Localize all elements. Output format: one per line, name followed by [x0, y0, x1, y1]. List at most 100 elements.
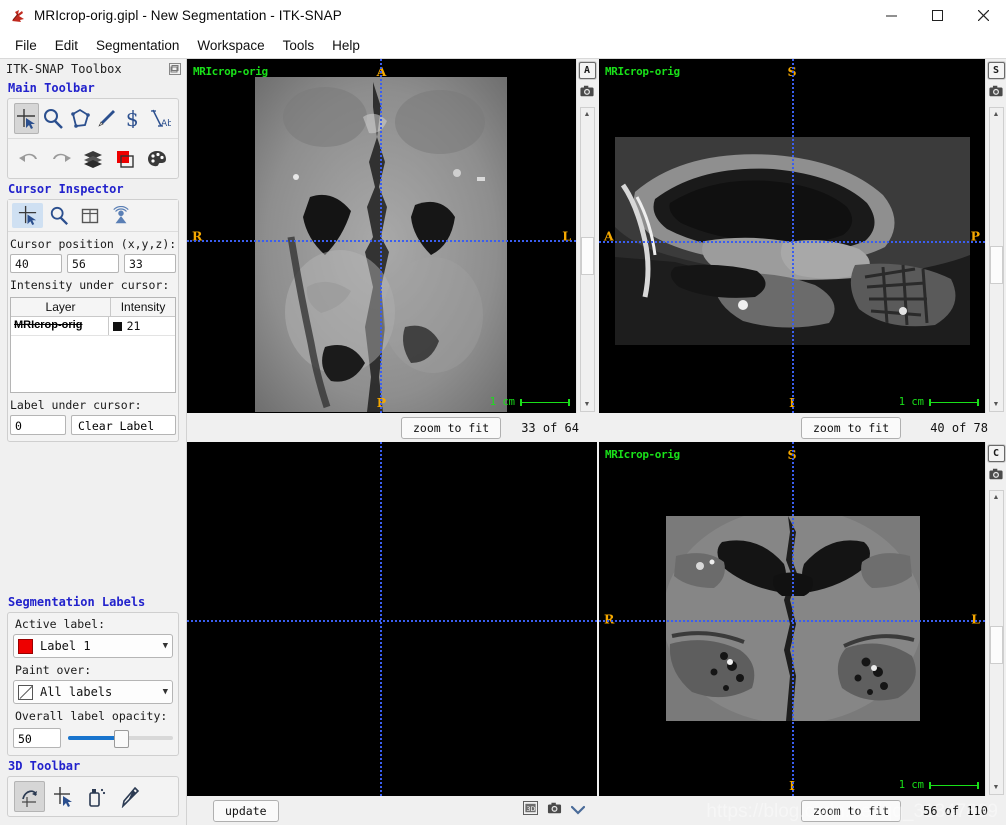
- cursor-tab[interactable]: [12, 203, 43, 228]
- label-editor-button[interactable]: [110, 143, 140, 174]
- 3d-scalpel-tool[interactable]: [113, 781, 144, 812]
- color-map-button[interactable]: [142, 143, 172, 174]
- 3d-crosshair-tool[interactable]: [47, 781, 78, 812]
- pane-axial: MRIcrop-orig A P R L 1 cm A ▲ ▼ zoom to …: [187, 59, 597, 442]
- minimize-button[interactable]: [868, 0, 914, 31]
- coronal-footer: zoom to fit 56 of 110: [599, 796, 1006, 825]
- sagittal-canvas[interactable]: MRIcrop-orig S I A P 1 cm: [599, 59, 985, 413]
- slider-knob[interactable]: [113, 730, 129, 748]
- label-name-value[interactable]: Clear Label: [71, 415, 176, 435]
- chevron-down-icon: ▼: [162, 687, 168, 697]
- cursor-z-input[interactable]: 33: [124, 254, 176, 273]
- active-label-value: Label 1: [40, 639, 91, 653]
- menu-tools[interactable]: Tools: [274, 35, 324, 56]
- zoom-tab[interactable]: [43, 203, 74, 228]
- label-id-value[interactable]: 0: [10, 415, 66, 435]
- sagittal-orientation-button[interactable]: S: [987, 62, 1005, 79]
- table-row[interactable]: MRIcrop-orig 21: [11, 317, 175, 336]
- cursor-x-input[interactable]: 40: [10, 254, 62, 273]
- render3d-update-button[interactable]: update: [213, 799, 279, 822]
- zoom-pan-tool[interactable]: [41, 103, 66, 134]
- segmentation-labels-group: Active label: Label 1 ▼ Paint over: All …: [7, 612, 179, 756]
- coronal-zoom-to-fit-button[interactable]: zoom to fit: [801, 799, 902, 822]
- sagittal-scale-label: 1 cm: [898, 396, 924, 408]
- menu-workspace[interactable]: Workspace: [188, 35, 273, 56]
- scroll-track[interactable]: [580, 121, 594, 398]
- coronal-slice-scrollbar[interactable]: ▲ ▼: [988, 490, 1004, 795]
- redo-button[interactable]: [46, 143, 76, 174]
- cursor-y-input[interactable]: 56: [67, 254, 119, 273]
- coronal-orientation-button[interactable]: C: [987, 445, 1005, 462]
- axial-footer: zoom to fit 33 of 64: [187, 413, 597, 442]
- menu-file[interactable]: File: [6, 35, 46, 56]
- axial-canvas[interactable]: MRIcrop-orig A P R L 1 cm: [187, 59, 576, 413]
- polygon-tool[interactable]: [67, 103, 92, 134]
- coronal-canvas[interactable]: MRIcrop-orig S I R L 1 cm: [599, 442, 985, 796]
- coronal-snapshot-icon[interactable]: [989, 467, 1003, 486]
- scroll-track[interactable]: [989, 504, 1003, 781]
- label-under-cursor-row: 0 Clear Label: [8, 415, 178, 435]
- layer-inspector-button[interactable]: [78, 143, 108, 174]
- paint-over-swatch: [18, 684, 33, 700]
- axial-snapshot-icon[interactable]: [580, 84, 594, 103]
- coronal-slice-counter: 56 of 110: [922, 803, 988, 818]
- axial-orientation-button[interactable]: A: [578, 62, 596, 79]
- 3d-spray-tool[interactable]: [80, 781, 111, 812]
- annotation-tool[interactable]: Ab: [147, 103, 172, 134]
- snake-tool[interactable]: S: [121, 103, 146, 134]
- axial-zoom-to-fit-button[interactable]: zoom to fit: [401, 416, 502, 439]
- toolbox-title: ITK-SNAP Toolbox: [6, 61, 122, 76]
- scroll-up-icon[interactable]: ▲: [990, 491, 1003, 504]
- main-toolbar-group: S Ab: [7, 98, 179, 179]
- scroll-thumb[interactable]: [989, 245, 1003, 284]
- opacity-input[interactable]: 50: [13, 728, 61, 748]
- 3d-toolbar-title: 3D Toolbar: [8, 759, 81, 773]
- snapshot-icon[interactable]: [547, 801, 562, 820]
- display-layout-tab[interactable]: [74, 203, 105, 228]
- cell-layer-name: MRIcrop-orig: [11, 317, 109, 335]
- undock-icon[interactable]: [168, 62, 182, 76]
- scroll-thumb[interactable]: [580, 237, 594, 276]
- scroll-up-icon[interactable]: ▲: [990, 108, 1003, 121]
- toolbox-header: ITK-SNAP Toolbox: [0, 59, 186, 78]
- main-toolbar-row-1: S Ab: [8, 99, 178, 138]
- intensity-table[interactable]: Layer Intensity MRIcrop-orig 21: [10, 297, 176, 393]
- cursor-inspector-tabs: [8, 200, 178, 232]
- paintbrush-tool[interactable]: [94, 103, 119, 134]
- menu-segmentation[interactable]: Segmentation: [87, 35, 188, 56]
- scroll-track[interactable]: [989, 121, 1003, 398]
- paint-over-dropdown[interactable]: All labels ▼: [13, 680, 173, 704]
- chevron-down-icon[interactable]: [570, 802, 586, 820]
- scale-bar-line: [929, 781, 979, 789]
- main-toolbar-title: Main Toolbar: [8, 81, 95, 95]
- scroll-down-icon[interactable]: ▼: [581, 398, 594, 411]
- app-icon: [10, 8, 26, 24]
- undo-button[interactable]: [14, 143, 44, 174]
- coronal-layer-name: MRIcrop-orig: [605, 448, 680, 461]
- close-button[interactable]: [960, 0, 1006, 31]
- 3d-panel-tab[interactable]: [105, 203, 136, 228]
- menu-edit[interactable]: Edit: [46, 35, 87, 56]
- maximize-button[interactable]: [914, 0, 960, 31]
- sagittal-snapshot-icon[interactable]: [989, 84, 1003, 103]
- sagittal-slice-scrollbar[interactable]: ▲ ▼: [988, 107, 1004, 412]
- chevron-down-icon: ▼: [162, 641, 168, 651]
- sagittal-zoom-to-fit-button[interactable]: zoom to fit: [801, 416, 902, 439]
- 3d-view-icon[interactable]: 3D: [523, 801, 538, 820]
- scroll-up-icon[interactable]: ▲: [581, 108, 594, 121]
- scroll-down-icon[interactable]: ▼: [990, 781, 1003, 794]
- 3d-trackball-tool[interactable]: [14, 781, 45, 812]
- active-label-dropdown[interactable]: Label 1 ▼: [13, 634, 173, 658]
- svg-text:S: S: [126, 110, 138, 130]
- render3d-canvas[interactable]: [187, 442, 597, 796]
- toolbox-panel: ITK-SNAP Toolbox Main Toolbar S Ab Curso…: [0, 59, 187, 825]
- scroll-down-icon[interactable]: ▼: [990, 398, 1003, 411]
- scroll-thumb[interactable]: [989, 625, 1003, 664]
- menu-help[interactable]: Help: [323, 35, 369, 56]
- crosshair-tool[interactable]: [14, 103, 39, 134]
- coronal-scale-bar: 1 cm: [899, 779, 979, 791]
- window-title: MRIcrop-orig.gipl - New Segmentation - I…: [34, 8, 342, 23]
- axial-slice-scrollbar[interactable]: ▲ ▼: [579, 107, 595, 412]
- opacity-slider[interactable]: [68, 729, 173, 748]
- sagittal-crosshair-vertical: [792, 59, 794, 413]
